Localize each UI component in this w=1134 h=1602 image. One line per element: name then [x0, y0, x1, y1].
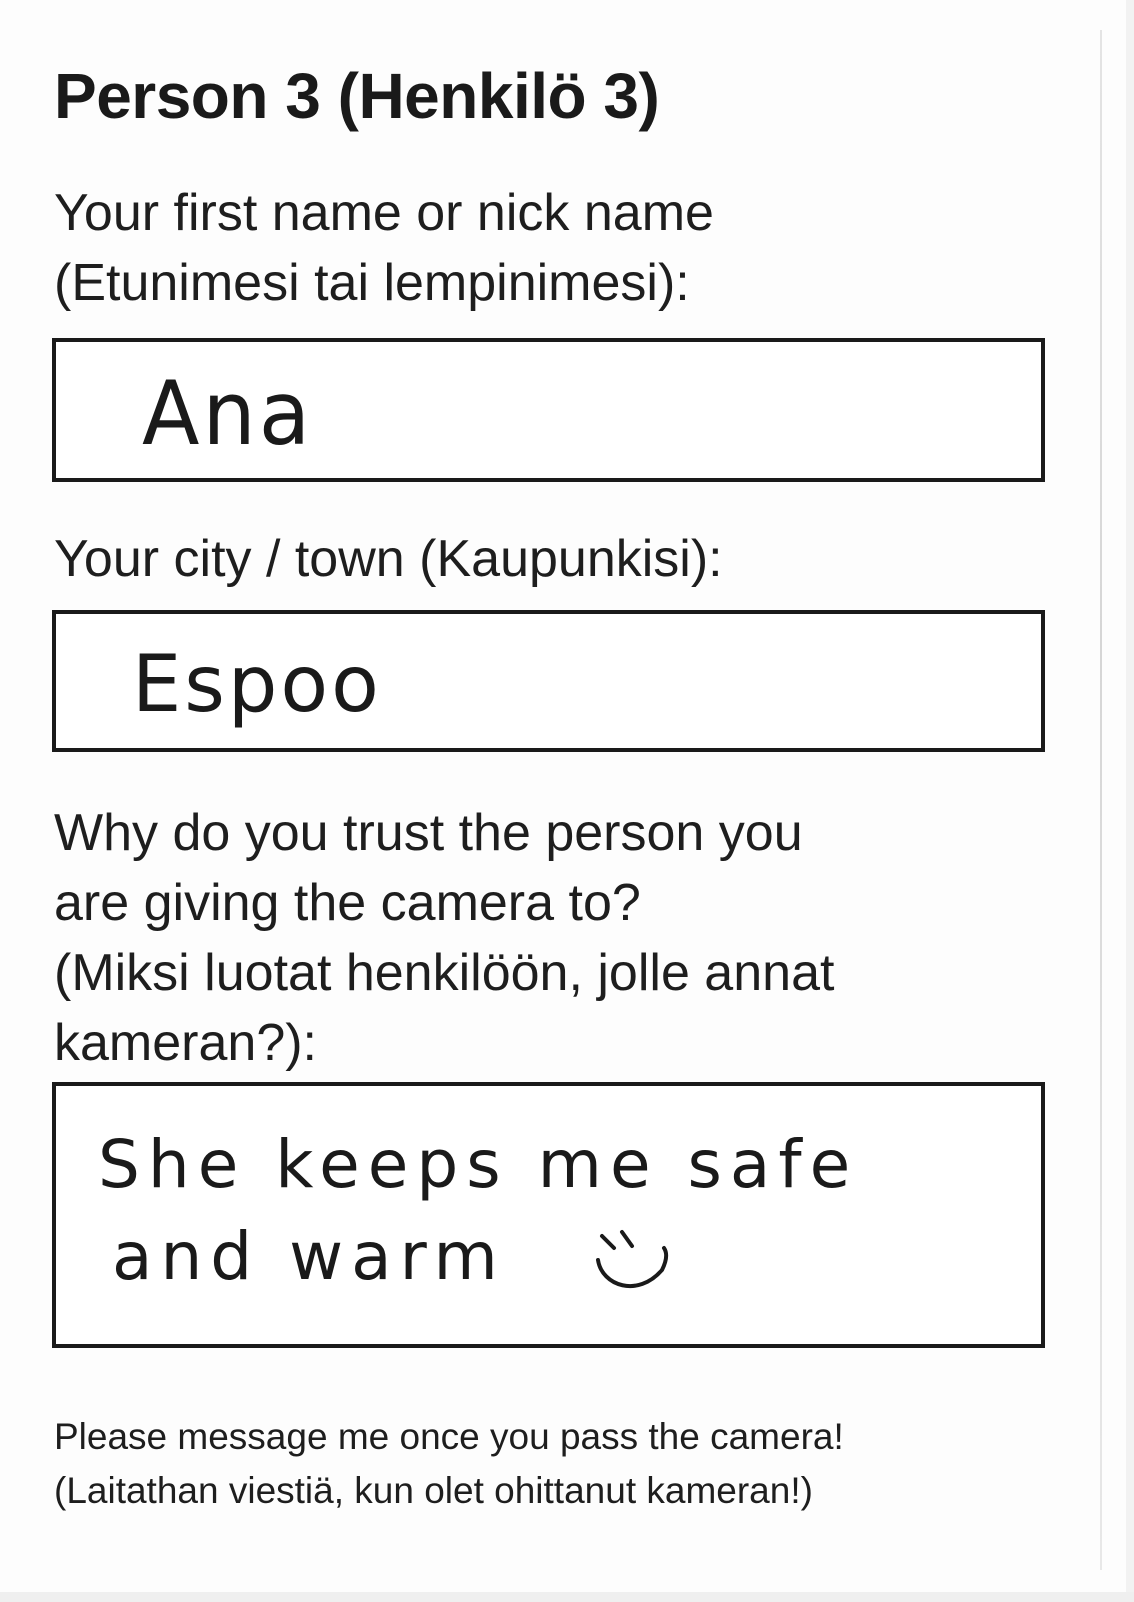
- name-question-line-1: Your first name or nick name: [54, 184, 714, 242]
- name-answer-text: Ana: [142, 362, 314, 465]
- footer-note: Please message me once you pass the came…: [54, 1410, 844, 1518]
- name-answer-box[interactable]: Ana: [52, 338, 1045, 482]
- trust-answer-line-2: and warm: [112, 1218, 506, 1295]
- city-question-label: Your city / town (Kaupunkisi):: [54, 524, 723, 594]
- paper-edge-right: [1126, 0, 1134, 1602]
- trust-question-line-1: Why do you trust the person you: [54, 804, 803, 862]
- paper-edge-bottom: [0, 1592, 1134, 1602]
- paper-fold-line: [1100, 30, 1102, 1570]
- page-title: Person 3 (Henkilö 3): [54, 60, 660, 132]
- city-answer-text: Espoo: [132, 640, 382, 730]
- city-question-line-1: Your city / town (Kaupunkisi):: [54, 530, 723, 588]
- city-answer-box[interactable]: Espoo: [52, 610, 1045, 752]
- trust-answer-line-1: She keeps me safe: [98, 1126, 859, 1203]
- footer-note-line-1: Please message me once you pass the came…: [54, 1416, 844, 1457]
- footer-note-line-2: (Laitathan viestiä, kun olet ohittanut k…: [54, 1470, 813, 1511]
- trust-answer-box[interactable]: She keeps me safe and warm: [52, 1082, 1045, 1348]
- trust-question-line-4: kameran?):: [54, 1014, 317, 1072]
- name-question-line-2: (Etunimesi tai lempinimesi):: [54, 254, 690, 312]
- smiley-face-doodle-icon: [596, 1230, 669, 1288]
- name-question-label: Your first name or nick name (Etunimesi …: [54, 178, 714, 318]
- form-page: Person 3 (Henkilö 3) Your first name or …: [0, 0, 1134, 1602]
- trust-question-line-2: are giving the camera to?: [54, 874, 641, 932]
- trust-question-label: Why do you trust the person you are givi…: [54, 798, 834, 1078]
- trust-question-line-3: (Miksi luotat henkilöön, jolle annat: [54, 944, 835, 1002]
